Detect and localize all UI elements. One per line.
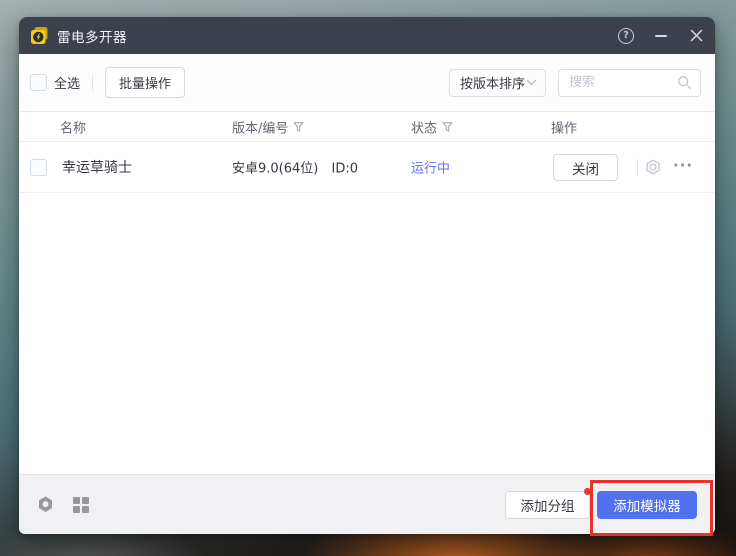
android-version: 安卓9.0(64位): [232, 162, 318, 177]
status-running-label: 运行中: [411, 158, 450, 177]
row-checkbox[interactable]: [30, 159, 47, 176]
row-more-options-button[interactable]: ···: [673, 157, 693, 175]
footer-settings-button[interactable]: [36, 495, 55, 514]
column-header-name-label: 名称: [60, 117, 86, 136]
sort-dropdown-value: 按版本排序: [460, 73, 526, 92]
toolbar-divider: [92, 75, 93, 91]
add-group-label: 添加分组: [521, 499, 575, 515]
sort-dropdown[interactable]: 按版本排序: [449, 69, 546, 97]
emulator-version: 安卓9.0(64位) ID:0: [232, 158, 358, 177]
footer-layout-grid-button[interactable]: [71, 495, 90, 514]
instance-id: ID:0: [332, 162, 359, 177]
column-header-action: 操作: [551, 117, 577, 136]
app-logo-lightning-icon: [30, 26, 49, 45]
batch-operation-button[interactable]: 批量操作: [105, 67, 185, 98]
select-all-label[interactable]: 全选: [54, 73, 80, 92]
filter-funnel-icon[interactable]: [442, 121, 453, 132]
row-settings-gear-icon[interactable]: [644, 158, 662, 176]
filter-funnel-icon[interactable]: [293, 121, 304, 132]
search-box: [558, 69, 701, 97]
emulator-name: 幸运草骑士: [62, 157, 132, 177]
column-header-name: 名称: [60, 117, 86, 136]
notification-dot: [584, 488, 591, 495]
chevron-down-icon: [526, 79, 537, 86]
column-header-version: 版本/编号: [232, 117, 304, 136]
search-input[interactable]: [569, 75, 677, 90]
emulator-row: 幸运草骑士 安卓9.0(64位) ID:0 运行中 关闭 ···: [19, 142, 715, 193]
close-emulator-button[interactable]: 关闭: [553, 154, 618, 181]
table-header: 名称 版本/编号 状态 操作: [19, 111, 715, 142]
search-icon: [677, 75, 692, 90]
row-divider: [637, 159, 638, 176]
column-header-action-label: 操作: [551, 117, 577, 136]
column-header-status: 状态: [411, 117, 453, 136]
column-header-version-label: 版本/编号: [232, 117, 288, 136]
close-button[interactable]: [687, 27, 705, 45]
emulator-list-empty-area: [19, 193, 715, 474]
close-icon: [690, 29, 703, 42]
help-button[interactable]: ?: [617, 27, 635, 45]
ldplayer-multi-instance-window: 雷电多开器 ? 全选 批量操作 按版本排序: [19, 17, 715, 534]
add-emulator-button[interactable]: 添加模拟器: [597, 491, 697, 519]
minimize-button[interactable]: [652, 27, 670, 45]
desktop: 雷电多开器 ? 全选 批量操作 按版本排序: [0, 0, 736, 556]
add-group-button[interactable]: 添加分组: [505, 491, 590, 519]
grid-icon: [71, 495, 90, 514]
titlebar: 雷电多开器 ?: [19, 17, 715, 54]
minimize-icon: [655, 35, 667, 37]
column-header-status-label: 状态: [411, 117, 437, 136]
footer-bar: 添加分组 添加模拟器: [19, 474, 715, 534]
select-all-checkbox[interactable]: [30, 74, 47, 91]
help-icon: ?: [618, 28, 634, 44]
window-title: 雷电多开器: [57, 26, 127, 46]
settings-nut-icon: [36, 495, 55, 514]
toolbar: 全选 批量操作 按版本排序: [19, 54, 715, 111]
